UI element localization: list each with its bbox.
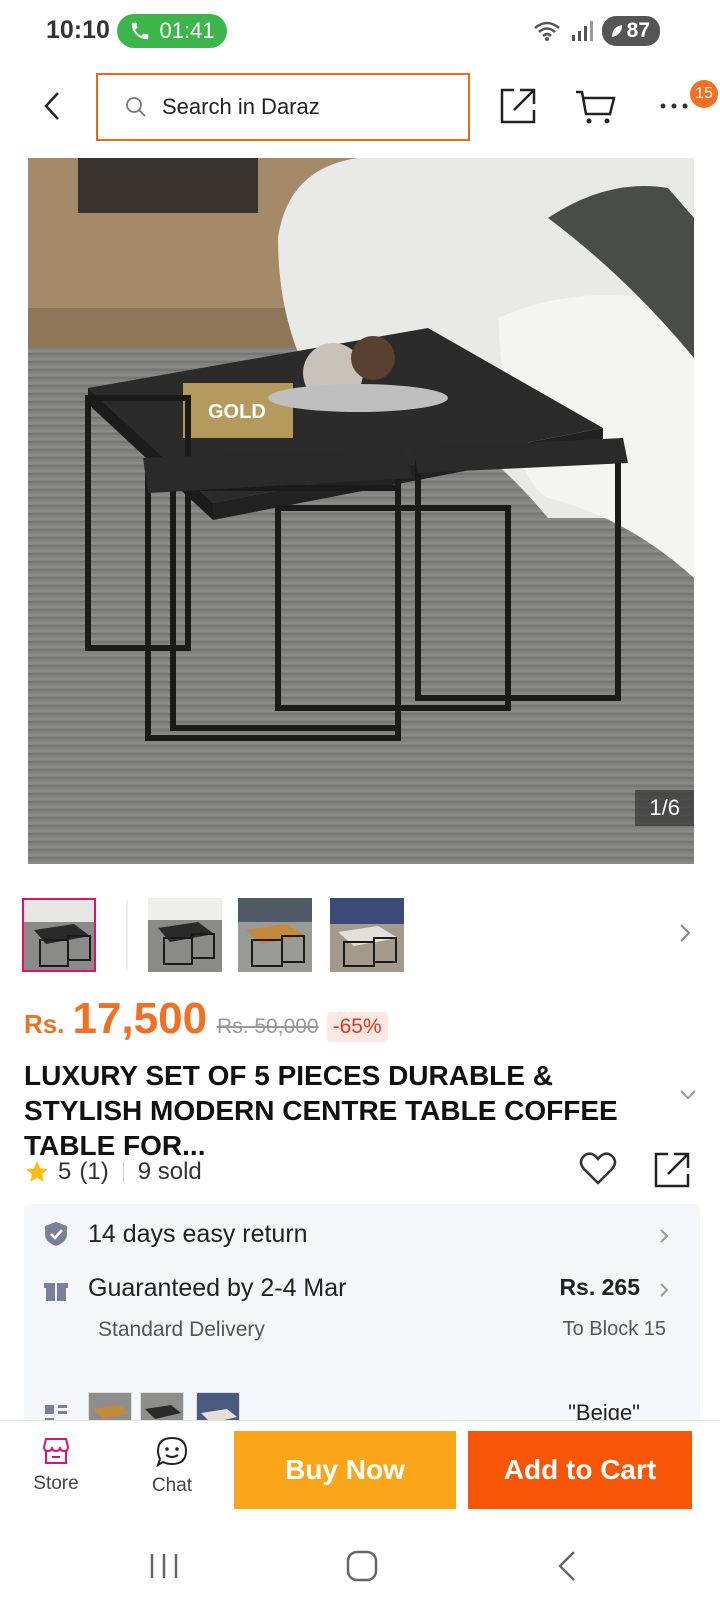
original-price: Rs. 50,000 — [217, 1015, 319, 1038]
sold-count: 9 sold — [137, 1158, 202, 1185]
discount-badge: -65% — [326, 1012, 388, 1042]
home-button[interactable] — [342, 1546, 382, 1586]
chevron-right-icon — [660, 1283, 669, 1297]
product-image-gallery[interactable]: GOLD 1/6 — [28, 158, 694, 864]
add-to-cart-button[interactable]: Add to Cart — [468, 1431, 692, 1509]
chevron-right-icon — [660, 1229, 669, 1243]
return-policy-text: 14 days easy return — [88, 1220, 308, 1248]
expand-title-button[interactable] — [676, 1082, 700, 1106]
shield-check-icon — [45, 1222, 67, 1246]
thumbnail-next-button[interactable] — [670, 918, 700, 948]
back-arrow-icon — [558, 1551, 575, 1581]
store-button[interactable]: Store — [20, 1435, 92, 1507]
share-button[interactable] — [496, 84, 540, 128]
recents-icon — [150, 1554, 178, 1578]
search-placeholder: Search in Daraz — [162, 94, 320, 119]
more-dots-icon — [660, 103, 688, 109]
ongoing-call-pill[interactable]: 01:41 — [117, 14, 227, 48]
share-icon — [500, 88, 536, 124]
chevron-right-icon — [680, 924, 691, 942]
thumbnail-image — [148, 898, 222, 972]
status-time: 10:10 — [46, 16, 110, 44]
wifi-icon — [533, 21, 560, 41]
recent-apps-button[interactable] — [144, 1548, 184, 1584]
buy-now-button[interactable]: Buy Now — [234, 1431, 456, 1509]
system-back-button[interactable] — [548, 1546, 588, 1586]
store-label: Store — [33, 1473, 79, 1494]
rating-value: 5 — [58, 1158, 72, 1185]
delivery-price: Rs. 265 — [559, 1274, 640, 1300]
delivery-row[interactable]: Guaranteed by 2-4 Mar Standard Delivery … — [24, 1268, 700, 1358]
gift-box-icon — [44, 1283, 68, 1301]
status-bar: 10:10 01:41 87 — [0, 0, 720, 62]
battery-level: 87 — [626, 19, 650, 42]
image-counter: 1/6 — [635, 790, 694, 826]
return-policy-row[interactable]: 14 days easy return — [24, 1204, 700, 1268]
chat-button[interactable]: Chat — [136, 1435, 208, 1507]
chevron-left-icon — [44, 92, 59, 120]
thumbnail-image — [330, 898, 404, 972]
back-button[interactable] — [32, 86, 72, 126]
battery-indicator: 87 — [601, 16, 660, 46]
chat-label: Chat — [151, 1475, 193, 1496]
product-photo: GOLD — [28, 158, 694, 864]
rating-row[interactable]: 5 (1) 9 sold — [24, 1154, 202, 1190]
price-row: Rs. 17,500 Rs. 50,000 -65% — [24, 994, 388, 1046]
home-icon — [346, 1550, 378, 1582]
rating-count: (1) — [79, 1158, 109, 1185]
battery-saver-icon — [611, 25, 622, 37]
thumbnail-3[interactable] — [238, 898, 312, 972]
share-product-button[interactable] — [650, 1148, 694, 1192]
store-icon — [42, 1438, 70, 1464]
search-icon — [126, 97, 146, 117]
price-currency: Rs. — [24, 1009, 65, 1039]
status-icons: 87 — [532, 16, 660, 46]
service-info-card: 14 days easy return Guaranteed by 2-4 Ma… — [24, 1204, 700, 1424]
bottom-action-bar: Store Chat Buy Now Add to Cart — [0, 1420, 720, 1516]
cart-button[interactable] — [574, 84, 618, 128]
current-price: 17,500 — [72, 994, 208, 1043]
phone-icon — [132, 22, 149, 40]
wishlist-button[interactable] — [578, 1148, 622, 1192]
star-icon — [26, 1161, 48, 1182]
delivery-type: Standard Delivery — [98, 1318, 265, 1341]
thumbnail-image — [24, 900, 94, 970]
heart-icon — [579, 1152, 617, 1185]
share-icon — [654, 1152, 690, 1188]
product-title[interactable]: LUXURY SET OF 5 PIECES DURABLE & STYLISH… — [24, 1058, 674, 1163]
thumbnail-strip — [22, 896, 712, 972]
delivery-location: To Block 15 — [562, 1318, 666, 1340]
thumbnail-4[interactable] — [330, 898, 404, 972]
chevron-down-icon — [680, 1090, 696, 1100]
delivery-guarantee-text: Guaranteed by 2-4 Mar — [88, 1274, 347, 1302]
thumbnail-2[interactable] — [148, 898, 222, 972]
top-header: Search in Daraz — [0, 70, 720, 142]
thumbnail-image — [238, 898, 312, 972]
chat-icon — [156, 1436, 188, 1468]
thumbnail-divider — [126, 900, 128, 970]
call-duration: 01:41 — [159, 18, 215, 43]
signal-icon — [571, 21, 593, 41]
cart-icon — [576, 90, 616, 124]
svg-text:GOLD: GOLD — [208, 401, 266, 423]
thumbnail-1[interactable] — [22, 898, 96, 972]
search-input[interactable]: Search in Daraz — [96, 73, 470, 141]
notification-badge: 15 — [690, 80, 718, 108]
rating-divider — [122, 1162, 124, 1182]
system-nav-bar — [0, 1520, 720, 1600]
